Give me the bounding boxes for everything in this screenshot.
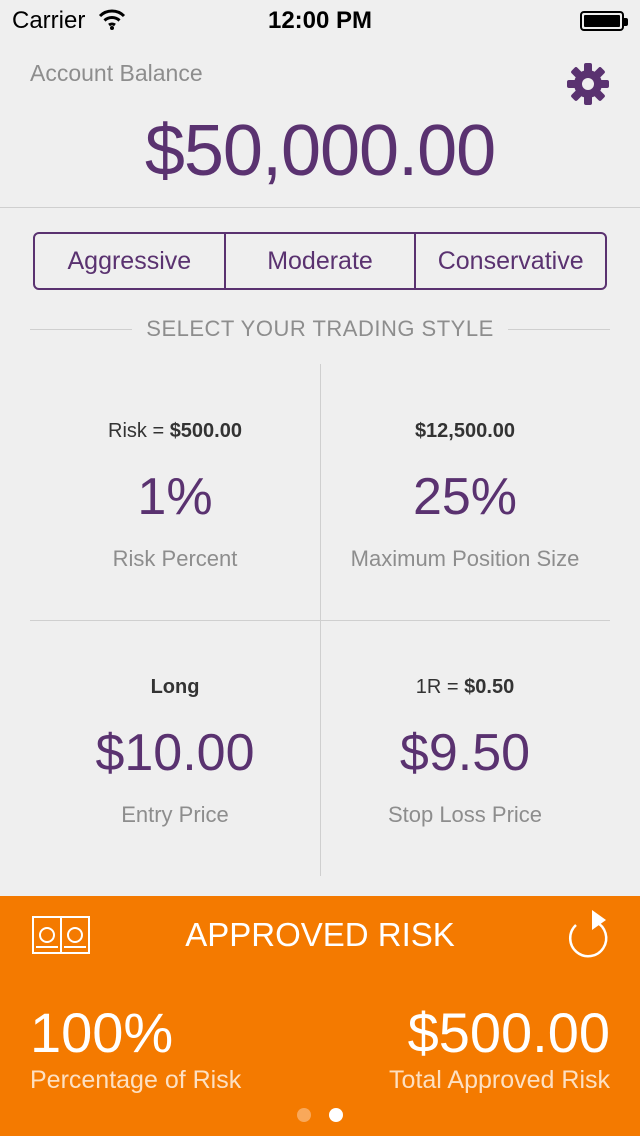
max-position-cell[interactable]: $12,500.00 25% Maximum Position Size <box>320 420 610 572</box>
trading-style-heading: SELECT YOUR TRADING STYLE <box>146 316 494 341</box>
trade-direction: Long <box>150 676 200 698</box>
one-r-amount: 1R = $0.50 <box>415 676 515 698</box>
section-heading: SELECT YOUR TRADING STYLE <box>30 314 611 344</box>
risk-percent-cell[interactable]: Risk = $500.00 1% Risk Percent <box>30 420 320 572</box>
stop-loss-caption: Stop Loss Price <box>387 802 543 827</box>
divider <box>30 328 133 330</box>
refresh-icon[interactable] <box>566 908 612 960</box>
risk-amount: Risk = $500.00 <box>108 420 242 442</box>
position-amount: $12,500.00 <box>414 420 516 442</box>
entry-price-value: $10.00 <box>95 724 255 782</box>
divider <box>30 620 610 621</box>
approved-risk-panel: APPROVED RISK 100% Percentage of Risk $5… <box>0 896 640 1136</box>
total-approved-risk-value: $500.00 <box>407 1001 610 1064</box>
risk-percent-value: 1% <box>137 468 213 526</box>
max-position-value: 25% <box>412 468 518 526</box>
percentage-of-risk-value: 100% <box>30 1001 174 1064</box>
trading-style-segmented-control: Aggressive Moderate Conservative <box>33 232 607 290</box>
page-dot[interactable] <box>297 1108 311 1122</box>
clock: 12:00 PM <box>267 7 373 34</box>
stop-loss-value: $9.50 <box>399 724 531 782</box>
gear-icon[interactable] <box>564 60 612 108</box>
divider <box>0 207 640 208</box>
status-bar: Carrier 12:00 PM <box>0 0 640 40</box>
segment-moderate[interactable]: Moderate <box>223 234 415 288</box>
divider <box>507 328 611 330</box>
max-position-caption: Maximum Position Size <box>350 546 580 571</box>
entry-price-caption: Entry Price <box>121 802 229 827</box>
stop-loss-cell[interactable]: 1R = $0.50 $9.50 Stop Loss Price <box>320 676 610 828</box>
total-approved-risk-label: Total Approved Risk <box>389 1066 610 1094</box>
account-balance-value: $50,000.00 <box>144 111 496 191</box>
entry-price-cell[interactable]: Long $10.00 Entry Price <box>30 676 320 828</box>
battery-icon <box>580 11 628 31</box>
page-dot[interactable] <box>329 1108 343 1122</box>
approved-risk-title: APPROVED RISK <box>185 916 455 953</box>
segment-conservative[interactable]: Conservative <box>414 234 605 288</box>
account-balance-label: Account Balance <box>30 60 203 86</box>
segment-aggressive[interactable]: Aggressive <box>35 234 224 288</box>
page-indicator[interactable] <box>0 1108 640 1122</box>
percentage-of-risk-label: Percentage of Risk <box>30 1066 242 1094</box>
risk-percent-caption: Risk Percent <box>112 546 238 571</box>
